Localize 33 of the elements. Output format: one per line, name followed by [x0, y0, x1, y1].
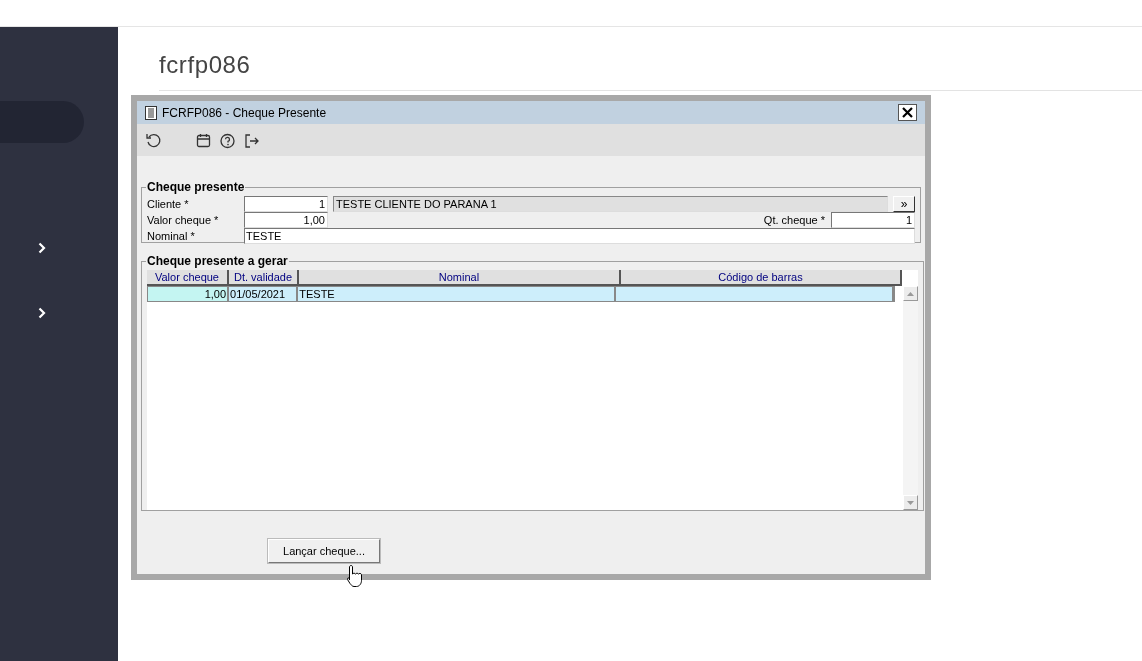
table-cell: TESTE — [298, 287, 617, 301]
input-field[interactable]: 1 — [244, 196, 328, 212]
chevron-right-icon — [38, 307, 46, 319]
table-row[interactable]: 1,00 01/05/2021 TESTE — [147, 286, 895, 302]
down-triangle-icon — [907, 500, 914, 505]
column-header[interactable]: Código de barras — [621, 270, 902, 286]
close-button[interactable] — [898, 104, 917, 121]
column-header[interactable]: Nominal — [299, 270, 621, 286]
lookup-button[interactable]: » — [893, 196, 915, 212]
table-cell: 1,00 — [148, 287, 230, 301]
scrollbar[interactable] — [903, 286, 918, 510]
page-title: fcrfp086 — [159, 51, 251, 78]
pointer-cursor-icon — [347, 564, 363, 588]
input-field[interactable]: 1 — [831, 212, 915, 228]
table-cell: 01/05/2021 — [229, 287, 299, 301]
launch-button[interactable]: Lançar cheque... — [268, 539, 380, 563]
chevron-right-icon — [38, 242, 46, 254]
column-header[interactable]: Valor cheque — [147, 270, 229, 286]
field-label: Qt. cheque * — [763, 212, 825, 228]
document-icon — [145, 105, 157, 120]
window-title: FCRFP086 - Cheque Presente — [162, 104, 328, 122]
up-triangle-icon — [907, 291, 914, 296]
input-field[interactable]: 1,00 — [244, 212, 328, 228]
group-title: Cheque presente a gerar — [146, 253, 289, 270]
input-field[interactable]: TESTE — [244, 228, 915, 244]
client-name-field: TESTE CLIENTE DO PARANA 1 — [333, 196, 888, 212]
scroll-up-button[interactable] — [903, 286, 918, 301]
scroll-down-button[interactable] — [903, 495, 918, 510]
field-label: Valor cheque * — [147, 212, 220, 228]
field-label: Cliente * — [147, 196, 190, 212]
field-label: Nominal * — [147, 228, 196, 244]
group-title: Cheque presente — [146, 179, 246, 196]
column-header[interactable]: Dt. validade — [229, 270, 299, 286]
